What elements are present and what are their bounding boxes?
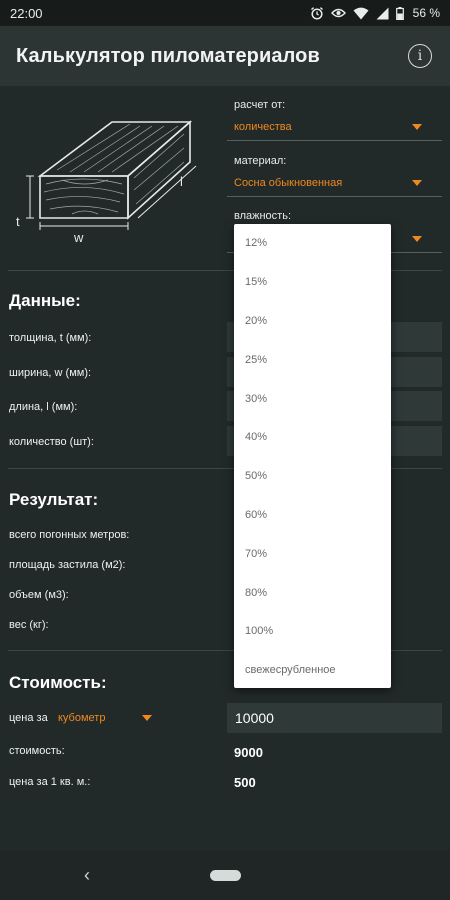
moisture-option[interactable]: 40% (234, 418, 391, 457)
app-bar: Калькулятор пиломатериалов i (0, 26, 450, 86)
moisture-option[interactable]: 80% (234, 573, 391, 612)
home-pill-icon[interactable] (210, 870, 241, 881)
quantity-label: количество (шт): (9, 436, 94, 448)
calc-from-underline (227, 140, 442, 141)
material-dropdown-arrow-icon[interactable] (412, 180, 422, 186)
calc-from-select[interactable]: количества (234, 121, 292, 133)
alarm-icon (310, 7, 323, 20)
moisture-option[interactable]: свежесрубленное (234, 651, 391, 690)
moisture-option[interactable]: 25% (234, 340, 391, 379)
status-icons: 56 % (310, 6, 440, 20)
result-section-title: Результат: (9, 490, 99, 509)
info-icon: i (417, 48, 423, 64)
material-underline (227, 196, 442, 197)
data-section-title: Данные: (9, 291, 81, 310)
diagram-label-w: w (73, 230, 84, 245)
moisture-option[interactable]: 50% (234, 457, 391, 496)
info-button[interactable]: i (408, 44, 432, 68)
price-per-sqm-label: цена за 1 кв. м.: (9, 776, 91, 788)
moisture-option[interactable]: 100% (234, 612, 391, 651)
moisture-option[interactable]: 20% (234, 302, 391, 341)
cost-section-title: Стоимость: (9, 673, 107, 692)
material-select[interactable]: Сосна обыкновенная (234, 177, 342, 189)
width-label: ширина, w (мм): (9, 367, 92, 379)
moisture-dropdown-arrow-icon[interactable] (412, 236, 422, 242)
moisture-option[interactable]: 60% (234, 496, 391, 535)
calc-from-label: расчет от: (234, 99, 286, 111)
wifi-icon (353, 7, 369, 20)
app-title: Калькулятор пиломатериалов (16, 44, 320, 67)
moisture-label: влажность: (234, 210, 292, 222)
moisture-option[interactable]: 15% (234, 263, 391, 302)
battery-percent: 56 % (412, 6, 440, 20)
diagram-label-l: l (180, 174, 183, 189)
eye-icon (330, 8, 346, 18)
material-label: материал: (234, 155, 287, 167)
battery-icon (395, 6, 404, 20)
deck-area-label: площадь застила (м2): (9, 559, 126, 571)
total-linear-meters-label: всего погонных метров: (9, 529, 130, 541)
price-input-value: 10000 (235, 710, 274, 726)
price-per-label: цена за (9, 712, 48, 724)
cost-value: 9000 (234, 745, 263, 760)
cost-label: стоимость: (9, 745, 65, 757)
thickness-label: толщина, t (мм): (9, 332, 92, 344)
price-unit-select[interactable]: кубометр (58, 712, 105, 724)
status-bar: 22:00 56 % (0, 0, 450, 26)
navigation-bar: ‹ (0, 850, 450, 900)
signal-icon (376, 7, 389, 19)
back-icon[interactable]: ‹ (84, 865, 90, 886)
volume-label: объем (м3): (9, 589, 69, 601)
diagram-label-t: t (16, 214, 20, 229)
moisture-dropdown-menu: 12% 15% 20% 25% 30% 40% 50% 60% 70% 80% … (234, 224, 391, 688)
moisture-option[interactable]: 12% (234, 224, 391, 263)
weight-label: вес (кг): (9, 619, 49, 631)
length-label: длина, l (мм): (9, 401, 78, 413)
moisture-option[interactable]: 30% (234, 379, 391, 418)
moisture-option[interactable]: 70% (234, 534, 391, 573)
calc-from-dropdown-arrow-icon[interactable] (412, 124, 422, 130)
price-unit-dropdown-arrow-icon[interactable] (142, 715, 152, 721)
status-time: 22:00 (10, 5, 43, 21)
price-per-sqm-value: 500 (234, 775, 256, 790)
